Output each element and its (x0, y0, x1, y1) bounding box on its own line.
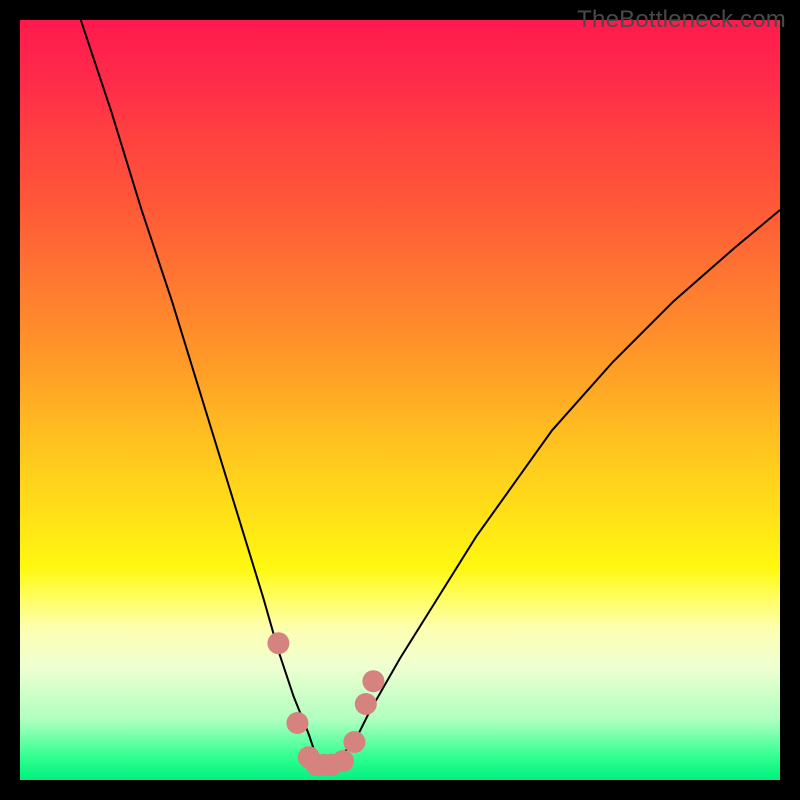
highlight-dots (267, 632, 384, 776)
highlight-dot (343, 731, 365, 753)
bottleneck-curve-svg (20, 20, 780, 780)
highlight-dot (362, 670, 384, 692)
bottleneck-curve (81, 20, 780, 765)
chart-area (20, 20, 780, 780)
highlight-dot (267, 632, 289, 654)
watermark: TheBottleneck.com (577, 6, 786, 34)
highlight-dot (286, 712, 308, 734)
highlight-dot (332, 750, 354, 772)
highlight-dot (355, 693, 377, 715)
